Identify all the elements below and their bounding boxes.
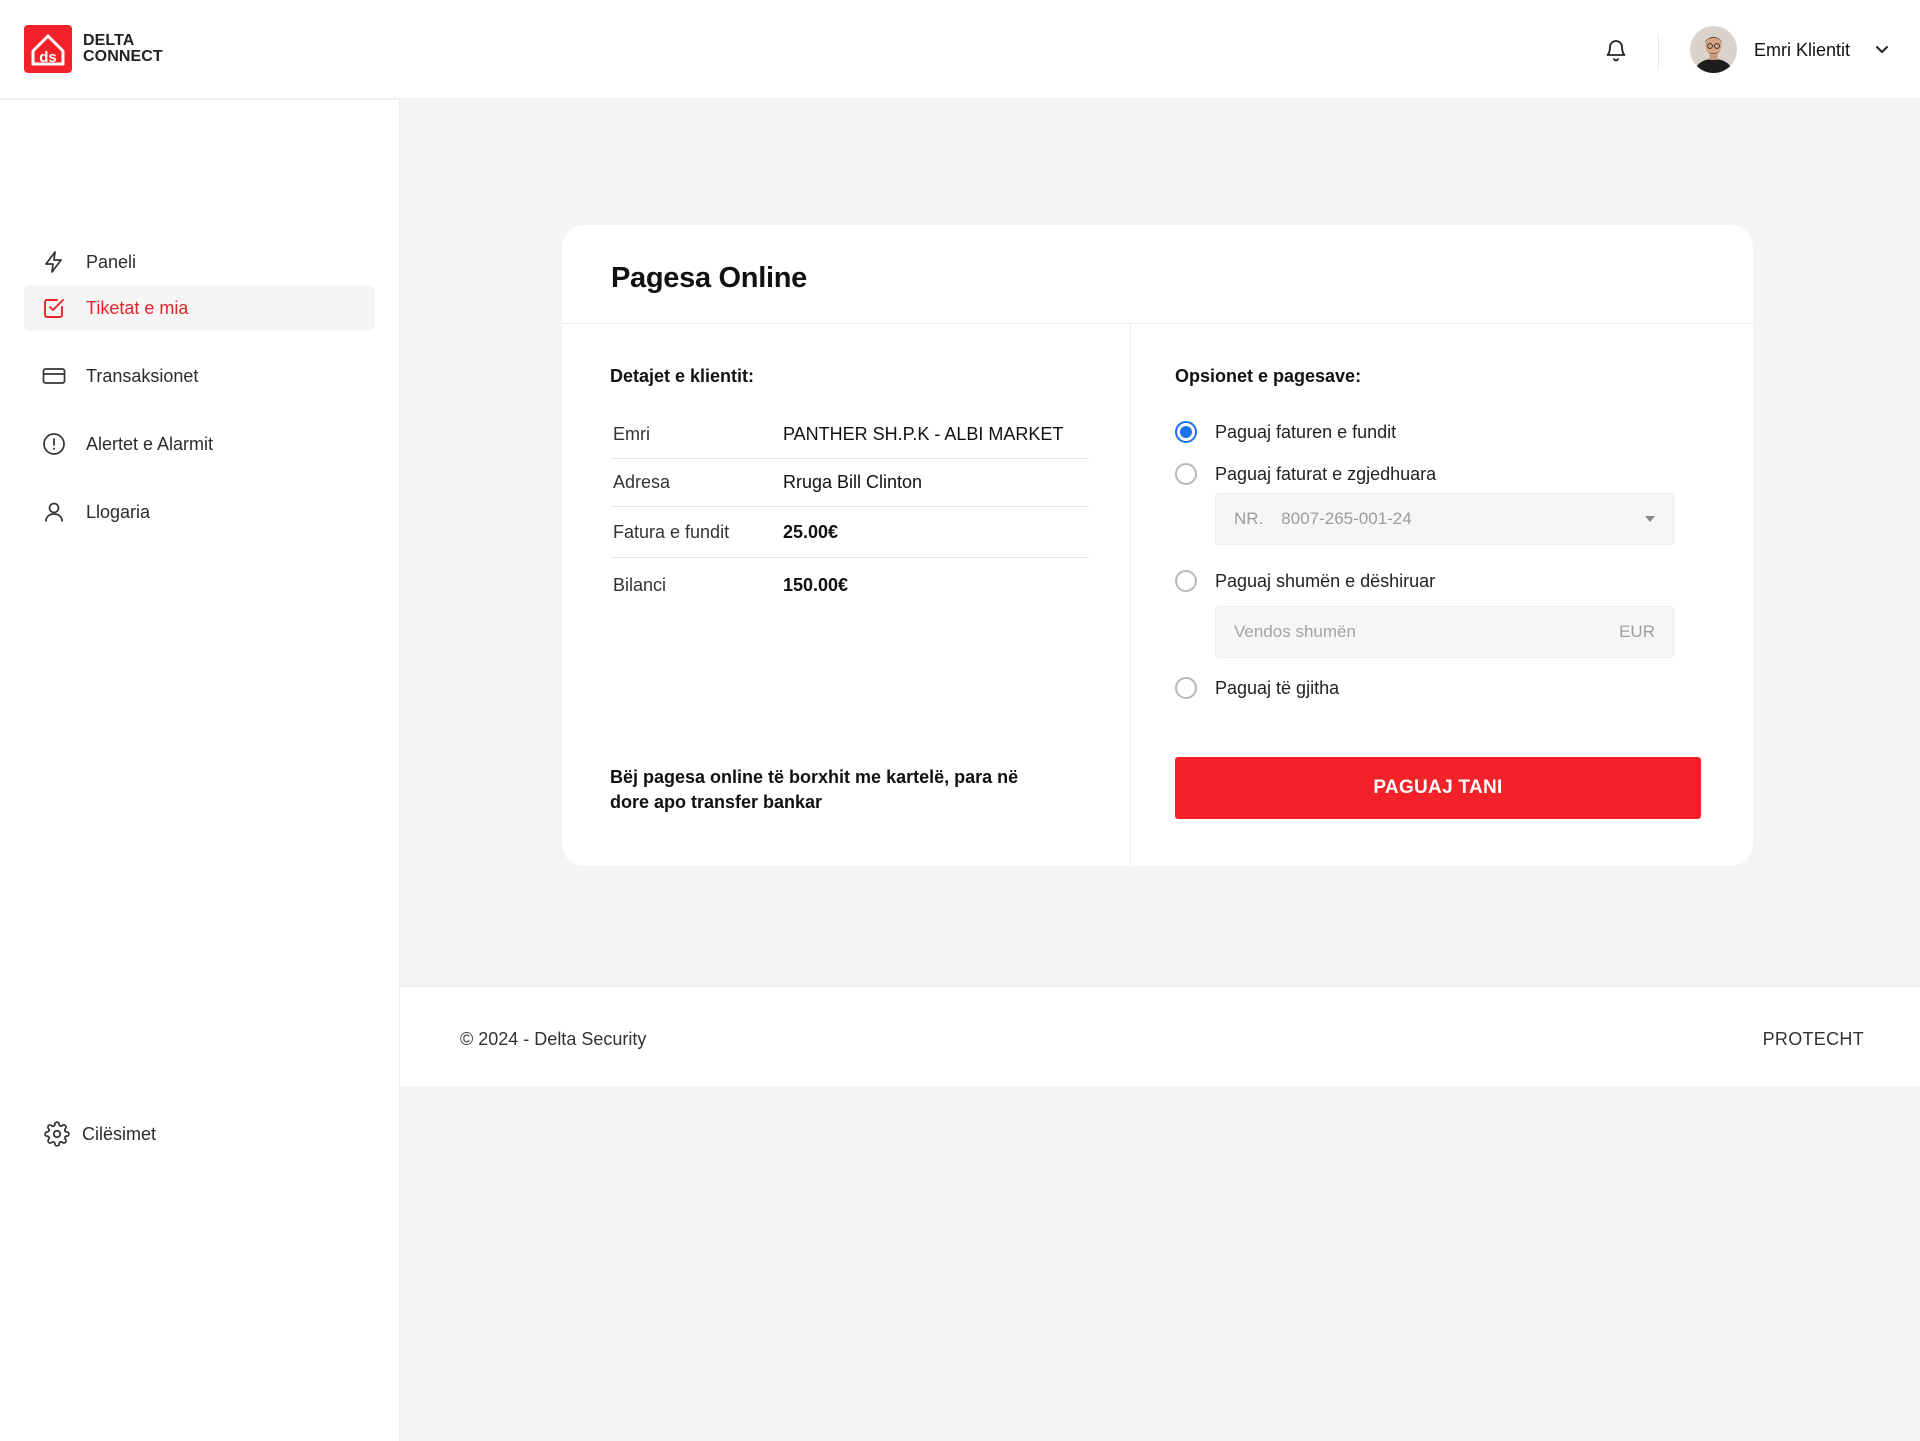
client-details-table: Emri PANTHER SH.P.K - ALBI MARKET Adresa…	[611, 411, 1089, 612]
footer-brand-link[interactable]: PROTECHT	[1763, 1029, 1864, 1050]
option-pay-all[interactable]: Paguaj të gjitha	[1175, 677, 1339, 699]
radio[interactable]	[1175, 463, 1197, 485]
top-bar: ds DELTA CONNECT Emri Klientit	[0, 0, 1920, 99]
option-label: Paguaj të gjitha	[1215, 677, 1340, 698]
client-details-heading: Detajet e klientit:	[610, 366, 755, 386]
svg-text:ds: ds	[39, 49, 57, 66]
sidebar-item-alertet[interactable]: Alertet e Alarmit	[24, 421, 375, 467]
card-divider	[562, 323, 1753, 324]
option-pay-last-invoice[interactable]: Paguaj faturen e fundit	[1175, 421, 1396, 443]
detail-row-bilanci: Bilanci 150.00€	[611, 558, 1089, 612]
detail-value: Rruga Bill Clinton	[783, 472, 923, 492]
option-pay-selected-invoices[interactable]: Paguaj faturat e zgjedhuara	[1175, 463, 1436, 485]
payment-options-heading: Opsionet e pagesave:	[1175, 366, 1362, 386]
logo-wordmark: DELTA CONNECT	[83, 33, 163, 65]
radio[interactable]	[1175, 570, 1197, 592]
copyright: © 2024 - Delta Security	[460, 1029, 647, 1049]
detail-row-fatura: Fatura e fundit 25.00€	[611, 507, 1089, 558]
header-divider	[1658, 34, 1659, 70]
detail-value: 25.00€	[783, 521, 839, 542]
detail-key: Bilanci	[613, 574, 667, 595]
logo[interactable]: ds DELTA CONNECT	[24, 25, 163, 73]
option-pay-custom-amount[interactable]: Paguaj shumën e dëshiruar	[1175, 570, 1435, 592]
detail-key: Adresa	[613, 472, 671, 492]
option-label: Paguaj shumën e dëshiruar	[1215, 570, 1436, 591]
amount-field[interactable]: EUR	[1215, 606, 1674, 658]
footer: © 2024 - Delta Security PROTECHT	[400, 986, 1920, 1086]
sidebar-item-label: Cilësimet	[82, 1123, 157, 1144]
logo-line-1: DELTA	[83, 32, 135, 49]
detail-value: PANTHER SH.P.K - ALBI MARKET	[783, 424, 1064, 444]
chevron-down-icon[interactable]	[1874, 43, 1890, 57]
logo-mark-icon: ds	[24, 25, 72, 73]
radio[interactable]	[1175, 677, 1197, 699]
checkbox-icon	[44, 299, 64, 318]
sidebar-item-tiketat[interactable]: Tiketat e mia	[24, 285, 375, 331]
pay-now-button[interactable]: PAGUAJ TANI	[1175, 757, 1701, 819]
sidebar-item-label: Tiketat e mia	[86, 297, 189, 318]
caret-down-icon	[1645, 516, 1655, 522]
invoice-number: 8007-265-001-24	[1281, 509, 1412, 528]
bell-icon[interactable]	[1604, 37, 1628, 63]
user-icon	[45, 502, 63, 522]
currency-label: EUR	[1619, 622, 1655, 641]
credit-card-icon	[42, 368, 66, 384]
amount-input[interactable]	[1234, 622, 1620, 642]
detail-value: 150.00€	[783, 574, 849, 595]
sidebar-item-cilesimet[interactable]: Cilësimet	[44, 1121, 156, 1147]
gear-icon	[44, 1121, 70, 1147]
option-label: Paguaj faturen e fundit	[1215, 421, 1397, 442]
alert-circle-icon	[43, 433, 65, 455]
sidebar-item-llogaria[interactable]: Llogaria	[24, 489, 375, 535]
option-label: Paguaj faturat e zgjedhuara	[1215, 463, 1437, 484]
sidebar-item-label: Paneli	[86, 251, 137, 272]
detail-key: Emri	[613, 424, 650, 444]
lightning-icon	[45, 251, 62, 273]
page-title: Pagesa Online	[611, 262, 807, 294]
detail-row-adresa: Adresa Rruga Bill Clinton	[611, 459, 1089, 507]
sidebar: Paneli Tiketat e mia Transaksionet Alert…	[0, 100, 400, 1441]
radio-selected[interactable]	[1175, 421, 1197, 443]
logo-line-2: CONNECT	[83, 48, 163, 65]
card-column-divider	[1130, 324, 1131, 866]
detail-key: Fatura e fundit	[613, 521, 730, 542]
sidebar-item-transaksionet[interactable]: Transaksionet	[24, 353, 375, 399]
payment-card: Pagesa Online Detajet e klientit: Emri P…	[562, 225, 1753, 866]
invoice-prefix: NR.	[1234, 509, 1264, 528]
sidebar-item-label: Llogaria	[86, 501, 151, 522]
user-name[interactable]: Emri Klientit	[1754, 40, 1850, 61]
sidebar-item-paneli[interactable]: Paneli	[24, 239, 375, 285]
avatar[interactable]	[1690, 26, 1737, 73]
sidebar-item-label: Alertet e Alarmit	[86, 433, 214, 454]
invoice-select[interactable]: NR. 8007-265-001-24	[1215, 493, 1674, 545]
detail-row-emri: Emri PANTHER SH.P.K - ALBI MARKET	[611, 411, 1089, 459]
sidebar-item-label: Transaksionet	[86, 365, 199, 386]
payment-note: Bëj pagesa online të borxhit me kartelë,…	[610, 767, 1019, 812]
